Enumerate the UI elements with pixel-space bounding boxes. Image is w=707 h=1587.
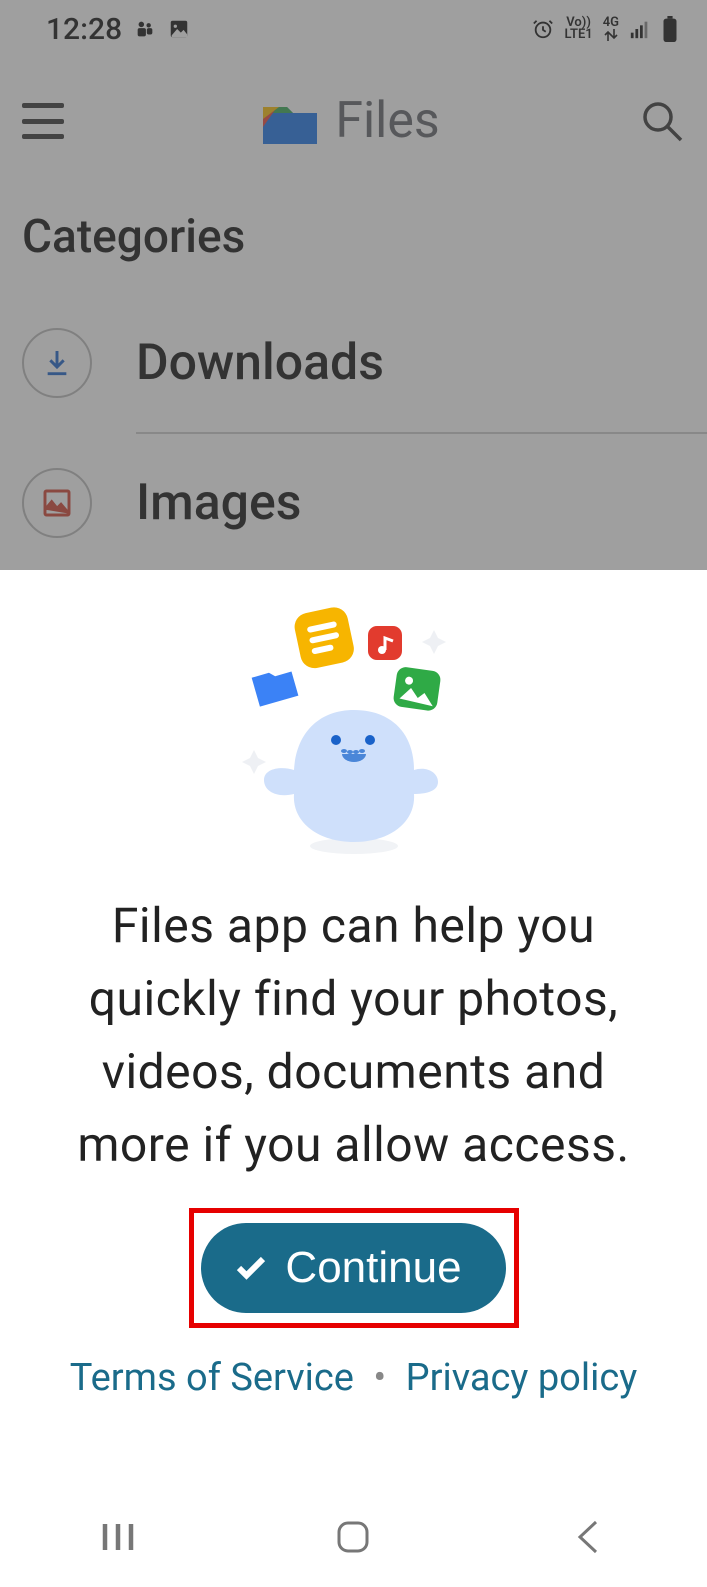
continue-button[interactable]: Continue [201, 1223, 505, 1313]
data-arrows-icon [604, 29, 618, 41]
alarm-icon [532, 18, 554, 40]
continue-button-label: Continue [285, 1243, 461, 1293]
menu-icon[interactable] [22, 103, 64, 139]
highlight-box: Continue [189, 1208, 519, 1328]
permission-message: Files app can help you quickly find your… [0, 860, 707, 1182]
status-bar: 12:28 Vo)) LTE1 4G [0, 0, 707, 58]
category-label: Images [136, 474, 707, 532]
permission-sheet: Files app can help you quickly find your… [0, 570, 707, 1587]
terms-of-service-link[interactable]: Terms of Service [70, 1356, 354, 1400]
files-logo-icon [263, 99, 317, 144]
system-nav-bar [0, 1491, 707, 1587]
app-bar: Files [0, 58, 707, 184]
nav-recents-button[interactable] [97, 1516, 139, 1562]
check-icon [233, 1250, 269, 1286]
status-time: 12:28 [46, 12, 122, 47]
nav-back-button[interactable] [568, 1516, 610, 1562]
network-lte-indicator: LTE1 [564, 29, 592, 41]
nav-home-button[interactable] [332, 1516, 374, 1562]
categories-heading: Categories [22, 210, 707, 264]
network-4g-indicator: 4G [603, 17, 619, 29]
image-icon [22, 468, 92, 538]
signal-icon [629, 18, 651, 40]
legal-links: Terms of Service • Privacy policy [0, 1356, 707, 1400]
privacy-policy-link[interactable]: Privacy policy [406, 1356, 638, 1400]
categories-section: Categories Downloads Images [22, 210, 707, 572]
download-icon [22, 328, 92, 398]
app-title: Files [335, 92, 439, 150]
category-downloads[interactable]: Downloads [22, 294, 707, 432]
search-button[interactable] [639, 98, 685, 144]
battery-icon [661, 16, 679, 42]
teams-icon [134, 18, 156, 40]
category-images[interactable]: Images [22, 434, 707, 572]
image-notification-icon [168, 18, 190, 40]
separator-dot: • [373, 1356, 386, 1400]
illustration [0, 570, 707, 860]
category-label: Downloads [136, 334, 707, 392]
